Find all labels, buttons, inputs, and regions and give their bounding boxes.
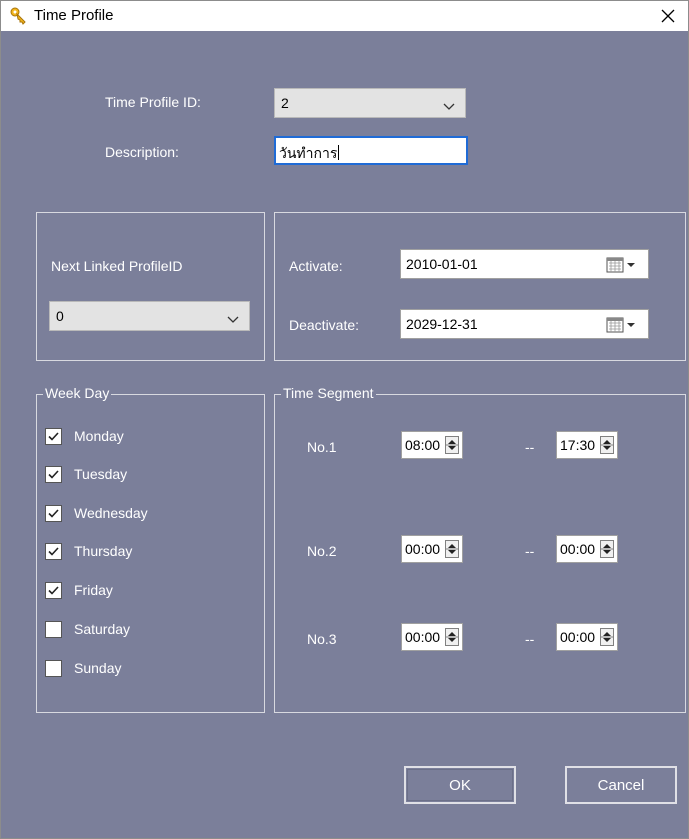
time-value: 08:00 xyxy=(405,437,441,453)
segment-3-start-time-spinner[interactable]: 00:00 xyxy=(401,623,463,651)
ok-button[interactable]: OK xyxy=(404,766,516,804)
spin-updown-icon[interactable] xyxy=(445,628,459,646)
time-profile-id-label: Time Profile ID: xyxy=(105,94,201,110)
spin-updown-icon[interactable] xyxy=(600,436,614,454)
description-value: วันทำการ xyxy=(279,145,338,161)
segment-1-end-time-spinner[interactable]: 17:30 xyxy=(556,431,618,459)
calendar-dropdown-icon[interactable] xyxy=(606,257,640,276)
time-value: 00:00 xyxy=(405,629,441,645)
chevron-down-icon xyxy=(443,98,455,114)
close-icon xyxy=(661,9,675,23)
spin-updown-icon[interactable] xyxy=(600,628,614,646)
weekday-label: Wednesday xyxy=(74,505,148,521)
time-segment-title: Time Segment xyxy=(281,385,376,401)
spin-updown-icon[interactable] xyxy=(600,540,614,558)
segment-1-start-time-spinner[interactable]: 08:00 xyxy=(401,431,463,459)
time-value: 00:00 xyxy=(560,629,596,645)
empty-checkbox-icon[interactable] xyxy=(45,660,62,677)
segment-label: No.3 xyxy=(307,631,337,647)
segment-2-start-time-spinner[interactable]: 00:00 xyxy=(401,535,463,563)
next-linked-profile-label: Next Linked ProfileID xyxy=(51,258,183,274)
description-label: Description: xyxy=(105,144,179,160)
close-button[interactable] xyxy=(648,1,688,31)
activate-label: Activate: xyxy=(289,258,343,274)
weekday-label: Tuesday xyxy=(74,466,128,482)
checkmark-icon[interactable] xyxy=(45,428,62,445)
segment-2-end-time-spinner[interactable]: 00:00 xyxy=(556,535,618,563)
spin-updown-icon[interactable] xyxy=(445,436,459,454)
calendar-dropdown-icon[interactable] xyxy=(606,317,640,336)
cancel-button[interactable]: Cancel xyxy=(565,766,677,804)
weekday-label: Thursday xyxy=(74,543,133,559)
deactivate-date-value: 2029-12-31 xyxy=(406,316,478,332)
key-icon xyxy=(10,7,28,25)
segment-3-end-time-spinner[interactable]: 00:00 xyxy=(556,623,618,651)
weekday-label: Monday xyxy=(74,428,124,444)
time-profile-id-select[interactable]: 2 xyxy=(274,88,466,118)
checkmark-icon[interactable] xyxy=(45,582,62,599)
checkmark-icon[interactable] xyxy=(45,543,62,560)
time-range-separator: -- xyxy=(525,543,535,559)
week-day-group: Week Day xyxy=(36,385,265,713)
time-profile-dialog: Time Profile Time Profile ID: 2 Descript… xyxy=(0,0,689,839)
chevron-down-icon xyxy=(227,311,239,327)
weekday-label: Friday xyxy=(74,582,113,598)
description-input[interactable]: วันทำการ xyxy=(274,136,468,165)
spin-updown-icon[interactable] xyxy=(445,540,459,558)
time-range-separator: -- xyxy=(525,439,535,455)
weekday-label: Sunday xyxy=(74,660,122,676)
time-profile-id-value: 2 xyxy=(281,95,289,111)
segment-label: No.1 xyxy=(307,439,337,455)
deactivate-date-picker[interactable]: 2029-12-31 xyxy=(400,309,649,339)
linked-profile-group: Next Linked ProfileID 0 xyxy=(36,212,265,361)
empty-checkbox-icon[interactable] xyxy=(45,621,62,638)
activate-date-value: 2010-01-01 xyxy=(406,256,478,272)
next-linked-profile-select[interactable]: 0 xyxy=(49,301,250,331)
dialog-body: Time Profile ID: 2 Description: วันทำการ… xyxy=(1,31,688,838)
time-value: 00:00 xyxy=(405,541,441,557)
checkmark-icon[interactable] xyxy=(45,466,62,483)
week-day-title: Week Day xyxy=(43,385,112,401)
segment-label: No.2 xyxy=(307,543,337,559)
time-value: 17:30 xyxy=(560,437,596,453)
validity-dates-group: Activate: 2010-01-01 Deactivate: 2029-12… xyxy=(274,212,686,361)
window-title: Time Profile xyxy=(34,7,114,24)
title-bar: Time Profile xyxy=(1,1,688,31)
text-caret xyxy=(338,145,340,160)
activate-date-picker[interactable]: 2010-01-01 xyxy=(400,249,649,279)
weekday-label: Saturday xyxy=(74,621,131,637)
time-range-separator: -- xyxy=(525,631,535,647)
checkmark-icon[interactable] xyxy=(45,505,62,522)
deactivate-label: Deactivate: xyxy=(289,317,360,333)
next-linked-profile-value: 0 xyxy=(56,308,64,324)
time-value: 00:00 xyxy=(560,541,596,557)
